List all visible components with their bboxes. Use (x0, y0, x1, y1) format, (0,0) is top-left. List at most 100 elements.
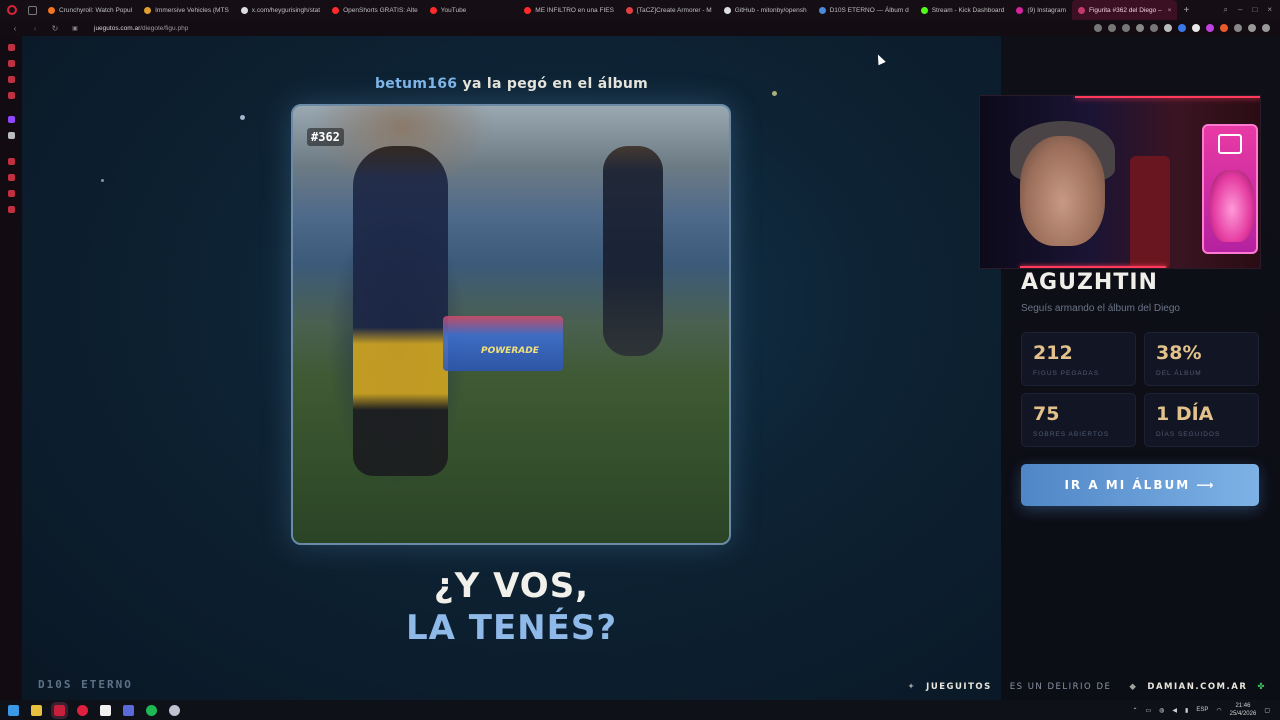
browser-sidebar (0, 36, 22, 700)
twitch-icon[interactable] (8, 116, 15, 123)
github-favicon-icon (723, 6, 731, 14)
file-explorer-icon[interactable] (31, 704, 42, 716)
stat-value: 212 (1033, 342, 1073, 364)
settings-icon[interactable] (8, 206, 15, 213)
clock[interactable]: 21:46 25/4/2026 (1230, 702, 1257, 718)
browser-tab[interactable]: Immersive Vehicles (MTS (138, 0, 235, 20)
lock-icon[interactable]: ▣ (70, 25, 80, 32)
browser-tab-bar: Crunchyroll: Watch Popul Immersive Vehic… (0, 0, 1280, 20)
sidebar-app-icon[interactable] (8, 190, 15, 197)
damian-link[interactable]: DAMIAN.COM.AR (1147, 682, 1247, 692)
extension-icon[interactable] (1192, 24, 1200, 32)
profile-name: AGUZHTIN (1021, 270, 1158, 295)
system-tray: ⌃ ▭ ◍ ◀ ▮ ESP ◠ 21:46 25/4/2026 ▢ (1132, 702, 1280, 718)
browser-tab[interactable]: ME INFILTRO en una FIES (518, 0, 620, 20)
stat-label: DÍAS SEGUIDOS (1156, 431, 1221, 438)
url-field[interactable]: juegutos.com.ar/diegote/figu.php (94, 25, 188, 32)
question-line-1: ¿Y VOS, (433, 566, 590, 606)
webcam-overlay (979, 95, 1261, 269)
youtube-favicon-icon (429, 6, 437, 14)
snapshot-icon[interactable] (1122, 24, 1130, 32)
tab-overview-icon[interactable] (28, 5, 37, 15)
store-taskbar-icon[interactable] (100, 704, 111, 716)
close-tab-icon[interactable]: × (1168, 7, 1172, 14)
opera-logo-icon[interactable] (7, 5, 17, 15)
battery-icon[interactable]: ▮ (1185, 707, 1188, 714)
jueguitos-link[interactable]: JUEGUITOS (926, 682, 992, 692)
minimize-icon[interactable]: – (1238, 5, 1242, 15)
stat-value: 1 DÍA (1156, 403, 1214, 425)
spotify-taskbar-icon[interactable] (146, 704, 157, 716)
app-taskbar-icon[interactable] (123, 704, 134, 716)
browser-tab[interactable]: Stream - Kick Dashboard (915, 0, 1011, 20)
reload-icon[interactable]: ↻ (50, 24, 60, 33)
sidebar-app-icon[interactable] (8, 60, 15, 67)
sidebar-app-icon[interactable] (8, 158, 15, 165)
browser-tab[interactable]: (9) Instagram (1010, 0, 1072, 20)
go-to-album-button[interactable]: IR A MI ÁLBUM ⟶ (1021, 464, 1259, 506)
opera-gx-taskbar-icon[interactable] (77, 704, 88, 716)
gamepad-icon: ✦ (907, 682, 917, 692)
question-line-2: LA TENÉS? (405, 608, 618, 648)
zoom-icon[interactable] (1094, 24, 1102, 32)
extension-icon[interactable] (1206, 24, 1214, 32)
window-controls: ⌕ – □ × (1224, 5, 1280, 15)
notifications-icon[interactable]: ▢ (1264, 707, 1270, 714)
opera-taskbar-icon[interactable] (51, 701, 68, 719)
headline: betum166 ya la pegó en el álbum (374, 76, 649, 92)
page-favicon-icon (1078, 6, 1085, 14)
sticker-card[interactable]: POWERADE #362 (291, 104, 731, 545)
obs-taskbar-icon[interactable] (169, 704, 180, 716)
extension-icon[interactable] (1220, 24, 1228, 32)
browser-tab[interactable]: GitHub - mitonby/opensh (718, 0, 813, 20)
stat-value: 38% (1156, 342, 1202, 364)
kick-favicon-icon (920, 6, 928, 14)
curseforge-favicon-icon (144, 6, 152, 14)
new-tab-icon[interactable]: + (1183, 5, 1189, 16)
back-icon[interactable]: ‹ (10, 24, 20, 33)
youtube-favicon-icon (625, 6, 633, 14)
heart-icon[interactable] (1150, 24, 1158, 32)
x-icon[interactable] (8, 132, 15, 139)
volume-icon[interactable]: ◀ (1172, 707, 1177, 714)
close-window-icon[interactable]: × (1267, 5, 1272, 15)
sidebar-app-icon[interactable] (8, 92, 15, 99)
search-tabs-icon[interactable]: ⌕ (1224, 5, 1228, 15)
x-favicon-icon (240, 6, 248, 14)
network-icon[interactable]: ◍ (1159, 707, 1164, 714)
username[interactable]: betum166 (375, 76, 457, 92)
page-favicon-icon (818, 6, 826, 14)
browser-tab[interactable]: x.com/heygurisingh/stat (235, 0, 326, 20)
browser-tab[interactable]: D10S ETERNO — Álbum d (813, 0, 915, 20)
shield-icon[interactable] (1136, 24, 1144, 32)
download-icon[interactable] (1234, 24, 1242, 32)
language-indicator[interactable]: ESP (1196, 707, 1208, 713)
footer-credits: ✦ JUEGUITOS ES UN DELIRIO DE ◆ DAMIAN.CO… (908, 682, 1266, 692)
tray-app-icon[interactable]: ▭ (1146, 707, 1152, 714)
browser-tab[interactable]: OpenShorts GRATIS: Alte (326, 0, 424, 20)
start-icon[interactable] (8, 704, 19, 716)
ai-icon[interactable] (1248, 24, 1256, 32)
wifi-icon[interactable]: ◠ (1216, 707, 1221, 714)
sticker-number: #362 (307, 128, 344, 146)
stat-card: 1 DÍA DÍAS SEGUIDOS (1144, 393, 1259, 447)
stat-card: 38% DEL ÁLBUM (1144, 332, 1259, 386)
forward-icon[interactable]: › (30, 24, 40, 33)
browser-tab[interactable]: [TaCZ]Create Armorer - M (620, 0, 718, 20)
browser-tab[interactable]: Crunchyroll: Watch Popul (42, 0, 138, 20)
share-icon[interactable] (1108, 24, 1116, 32)
twitch-badge (1202, 124, 1258, 254)
camera-icon: ◆ (1129, 682, 1138, 692)
browser-tab[interactable]: YouTube (424, 0, 473, 20)
sidebar-app-icon[interactable] (8, 76, 15, 83)
owl-mascot-icon (1210, 170, 1254, 242)
menu-icon[interactable] (1262, 24, 1270, 32)
maximize-icon[interactable]: □ (1252, 5, 1257, 15)
sidebar-app-icon[interactable] (8, 174, 15, 181)
chevron-up-icon[interactable]: ⌃ (1132, 707, 1137, 714)
brand-logo: D10S ETERNO (38, 678, 133, 691)
extension-icon[interactable] (1178, 24, 1186, 32)
extension-icon[interactable] (1164, 24, 1172, 32)
browser-tab-active[interactable]: Figurita #362 del Diego – × (1072, 0, 1178, 20)
sidebar-app-icon[interactable] (8, 44, 15, 51)
